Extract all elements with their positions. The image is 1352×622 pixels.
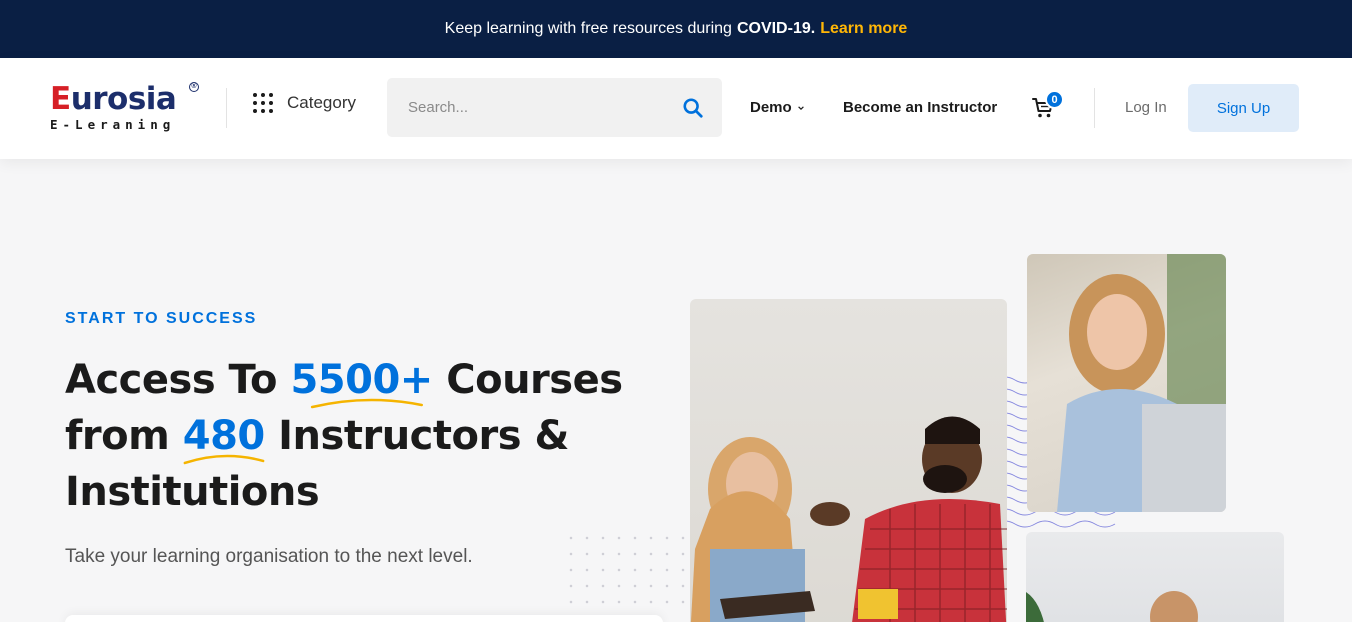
- logo-wordmark: Eurosia: [50, 81, 177, 117]
- learn-more-link[interactable]: Learn more: [820, 20, 907, 38]
- search-icon[interactable]: [682, 97, 704, 119]
- decorative-dot-grid: [563, 530, 693, 610]
- hero-eyebrow: START TO SUCCESS: [65, 310, 258, 327]
- search-box: [387, 78, 722, 137]
- nav-demo[interactable]: Demo: [750, 99, 805, 116]
- nav-demo-label: Demo: [750, 99, 792, 116]
- signup-button[interactable]: Sign Up: [1188, 84, 1299, 132]
- search-card: [65, 615, 663, 622]
- logo[interactable]: Eurosia ® E-Leraning: [50, 82, 200, 134]
- underline-swoosh: [311, 398, 424, 409]
- site-header: Eurosia ® E-Leraning Category Demo Becom…: [0, 58, 1352, 159]
- hero-headline: Access To 5500+ Courses from 480 Instruc…: [65, 352, 665, 520]
- cart-count-badge: 0: [1045, 90, 1064, 109]
- grid-dots-icon: [253, 93, 273, 113]
- headline-text: Instructors &: [278, 413, 569, 459]
- headline-text: Courses: [446, 357, 623, 403]
- divider: [1094, 88, 1095, 128]
- category-label: Category: [287, 93, 356, 112]
- promo-banner: Keep learning with free resources during…: [0, 0, 1352, 58]
- hero-subtext: Take your learning organisation to the n…: [65, 546, 473, 567]
- banner-highlight: COVID-19.: [736, 20, 816, 37]
- category-menu[interactable]: Category: [253, 93, 356, 113]
- photo-students-discussion: [690, 299, 1007, 622]
- logo-tagline: E-Leraning: [50, 117, 176, 132]
- nav-become-instructor[interactable]: Become an Instructor: [843, 99, 997, 116]
- photo-woman-laptop: [1027, 254, 1226, 512]
- woman-laptop-illustration: [1057, 254, 1226, 512]
- underline-swoosh: [183, 454, 265, 465]
- students-illustration: [690, 416, 1007, 622]
- registered-mark: ®: [189, 82, 199, 92]
- instructor-count: 480: [183, 408, 265, 465]
- headline-text: Institutions: [65, 469, 320, 515]
- headline-text: Access To: [65, 357, 278, 403]
- bottom-photo-illustration: [1026, 591, 1198, 622]
- login-link[interactable]: Log In: [1125, 99, 1167, 116]
- divider: [226, 88, 227, 128]
- chevron-down-icon: [797, 105, 804, 110]
- search-input[interactable]: [387, 99, 667, 116]
- headline-text: from: [65, 413, 170, 459]
- photo-bottom-partial: [1026, 532, 1284, 622]
- course-count: 5500+: [290, 352, 433, 409]
- banner-text: Keep learning with free resources during: [444, 20, 732, 37]
